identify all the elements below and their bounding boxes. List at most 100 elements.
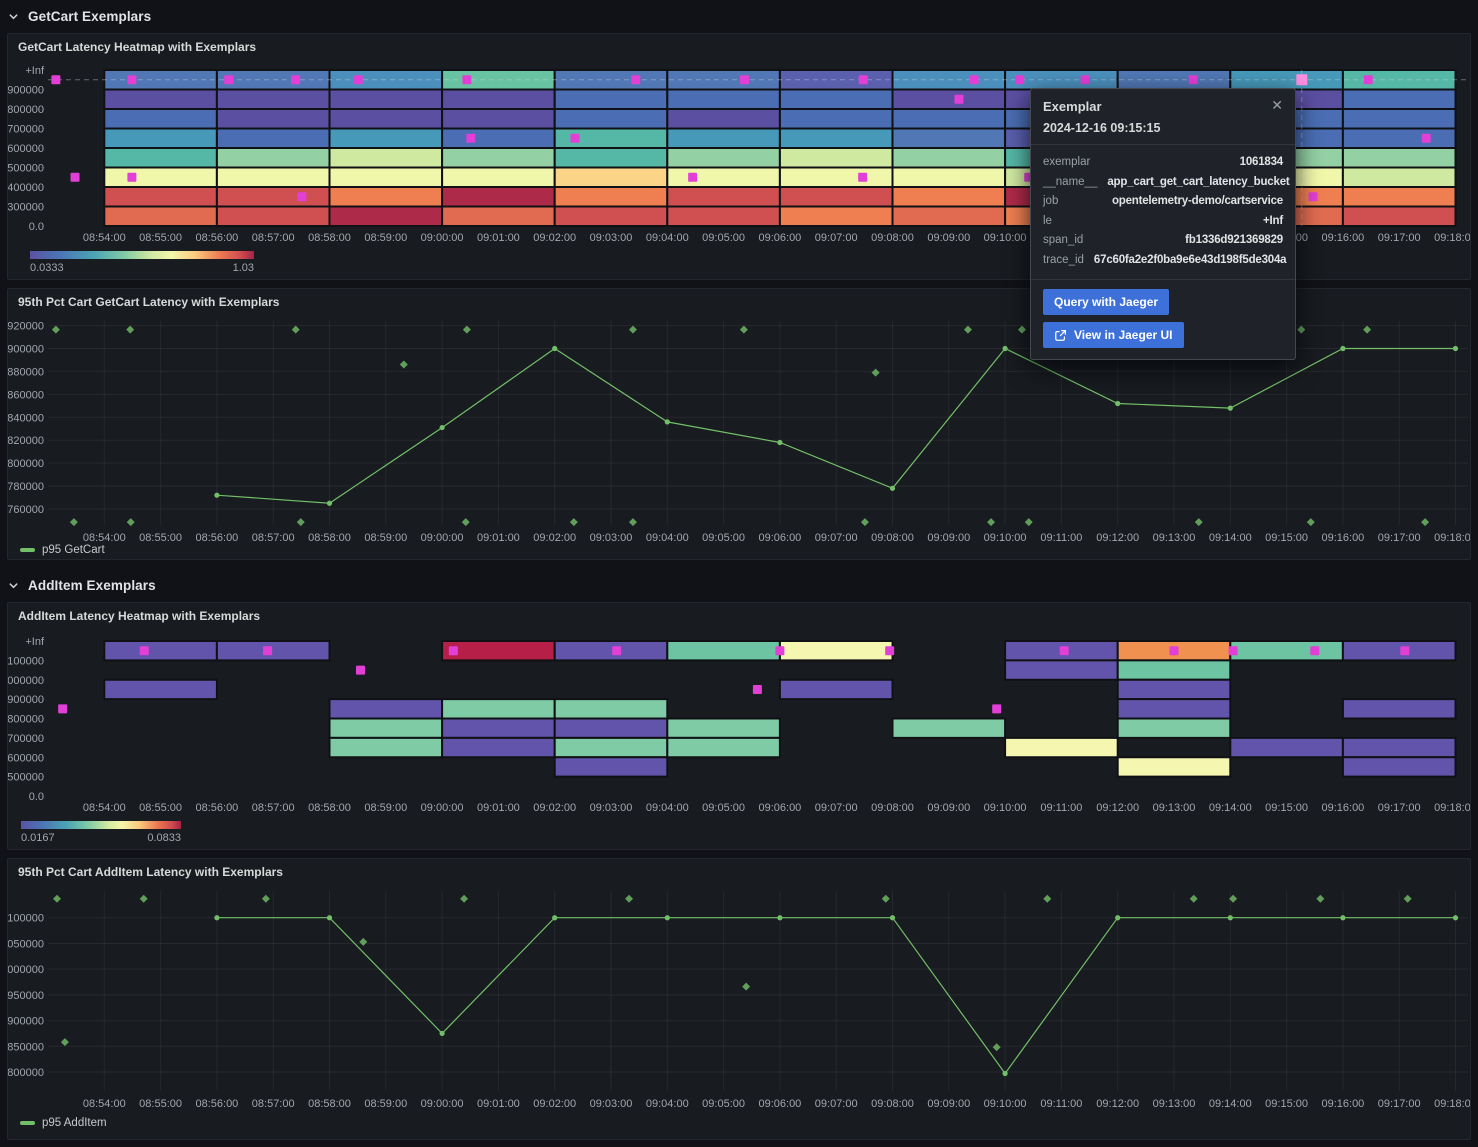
svg-text:09:16:00: 09:16:00 <box>1321 802 1364 814</box>
button-label: View in Jaeger UI <box>1074 328 1173 342</box>
panel-title[interactable]: GetCart Latency Heatmap with Exemplars <box>18 40 256 54</box>
series-swatch <box>20 548 35 552</box>
svg-text:09:00:00: 09:00:00 <box>421 1098 464 1110</box>
svg-text:09:03:00: 09:03:00 <box>590 532 633 544</box>
svg-text:800000: 800000 <box>8 458 44 470</box>
panel-additem-heatmap: AddItem Latency Heatmap with Exemplars +… <box>7 602 1471 850</box>
tooltip-row: trace_id67c60fa2e2f0ba9e6e43d198f5de304a <box>1043 251 1283 271</box>
svg-text:09:09:00: 09:09:00 <box>927 802 970 814</box>
close-icon[interactable]: ✕ <box>1271 99 1283 111</box>
svg-text:09:18:00: 09:18:00 <box>1434 1098 1470 1110</box>
svg-text:09:14:00: 09:14:00 <box>1209 1098 1252 1110</box>
svg-text:08:55:00: 08:55:00 <box>139 232 182 244</box>
svg-text:09:01:00: 09:01:00 <box>477 232 520 244</box>
query-with-jaeger-button[interactable]: Query with Jaeger <box>1043 289 1169 315</box>
panel-title[interactable]: 95th Pct Cart GetCart Latency with Exemp… <box>18 295 279 309</box>
svg-text:08:54:00: 08:54:00 <box>83 232 126 244</box>
svg-text:1.03: 1.03 <box>233 262 254 274</box>
svg-text:08:58:00: 08:58:00 <box>308 802 351 814</box>
svg-text:09:13:00: 09:13:00 <box>1153 802 1196 814</box>
panel-title[interactable]: AddItem Latency Heatmap with Exemplars <box>18 609 260 623</box>
svg-text:09:17:00: 09:17:00 <box>1378 532 1421 544</box>
additem-latency-plot[interactable]: 1100000105000010000009500009000008500008… <box>8 859 1470 1139</box>
svg-text:09:09:00: 09:09:00 <box>927 1098 970 1110</box>
svg-text:1100000: 1100000 <box>8 655 44 667</box>
svg-text:09:03:00: 09:03:00 <box>590 1098 633 1110</box>
svg-text:08:55:00: 08:55:00 <box>139 1098 182 1110</box>
svg-text:08:59:00: 08:59:00 <box>364 1098 407 1110</box>
svg-text:840000: 840000 <box>8 412 44 424</box>
chevron-down-icon[interactable] <box>8 580 19 591</box>
svg-text:09:10:00: 09:10:00 <box>984 232 1027 244</box>
legend-p95-additem[interactable]: p95 AddItem <box>20 1117 107 1129</box>
section-title[interactable]: GetCart Exemplars <box>28 9 151 24</box>
button-label: Query with Jaeger <box>1054 295 1158 309</box>
svg-text:09:07:00: 09:07:00 <box>815 802 858 814</box>
svg-text:780000: 780000 <box>8 481 44 493</box>
section-title[interactable]: AddItem Exemplars <box>28 578 156 593</box>
svg-text:760000: 760000 <box>8 504 44 516</box>
svg-text:08:56:00: 08:56:00 <box>195 1098 238 1110</box>
svg-text:09:10:00: 09:10:00 <box>984 1098 1027 1110</box>
svg-text:09:04:00: 09:04:00 <box>646 232 689 244</box>
svg-text:09:10:00: 09:10:00 <box>984 532 1027 544</box>
svg-text:08:57:00: 08:57:00 <box>252 1098 295 1110</box>
svg-text:860000: 860000 <box>8 389 44 401</box>
svg-text:09:11:00: 09:11:00 <box>1040 532 1082 544</box>
svg-text:09:04:00: 09:04:00 <box>646 532 689 544</box>
svg-text:09:17:00: 09:17:00 <box>1378 802 1421 814</box>
svg-text:950000: 950000 <box>8 990 44 1002</box>
svg-text:09:15:00: 09:15:00 <box>1265 532 1308 544</box>
svg-text:0.0: 0.0 <box>29 791 44 803</box>
tooltip-timestamp: 2024-12-16 09:15:15 <box>1043 121 1283 135</box>
legend-p95-getcart[interactable]: p95 GetCart <box>20 544 105 556</box>
svg-text:0.0833: 0.0833 <box>147 832 181 844</box>
svg-text:08:56:00: 08:56:00 <box>195 532 238 544</box>
svg-text:+Inf: +Inf <box>25 65 45 77</box>
svg-text:+Inf: +Inf <box>25 636 45 648</box>
panel-title[interactable]: 95th Pct Cart AddItem Latency with Exemp… <box>18 865 283 879</box>
svg-text:09:17:00: 09:17:00 <box>1378 232 1421 244</box>
tooltip-row: jobopentelemetry-demo/cartservice <box>1043 192 1283 212</box>
svg-text:09:02:00: 09:02:00 <box>533 232 576 244</box>
tooltip-row: __name__app_cart_get_cart_latency_bucket <box>1043 173 1283 193</box>
svg-text:09:01:00: 09:01:00 <box>477 1098 520 1110</box>
svg-text:09:07:00: 09:07:00 <box>815 1098 858 1110</box>
svg-text:09:02:00: 09:02:00 <box>533 1098 576 1110</box>
svg-text:09:01:00: 09:01:00 <box>477 532 520 544</box>
svg-text:08:59:00: 08:59:00 <box>364 802 407 814</box>
tooltip-header: Exemplar ✕ 2024-12-16 09:15:15 <box>1031 89 1295 145</box>
section-header-additem: AddItem Exemplars <box>8 572 156 598</box>
svg-text:09:16:00: 09:16:00 <box>1321 1098 1364 1110</box>
chevron-down-icon[interactable] <box>8 11 19 22</box>
svg-text:600000: 600000 <box>8 752 44 764</box>
svg-text:09:07:00: 09:07:00 <box>815 232 858 244</box>
svg-text:09:17:00: 09:17:00 <box>1378 1098 1421 1110</box>
svg-text:08:57:00: 08:57:00 <box>252 532 295 544</box>
svg-text:09:08:00: 09:08:00 <box>871 802 914 814</box>
svg-text:800000: 800000 <box>8 1067 44 1079</box>
svg-text:09:00:00: 09:00:00 <box>421 532 464 544</box>
tooltip-row: span_idfb1336d921369829 <box>1043 231 1283 251</box>
svg-text:09:00:00: 09:00:00 <box>421 232 464 244</box>
svg-text:09:05:00: 09:05:00 <box>702 1098 745 1110</box>
svg-text:09:18:00: 09:18:00 <box>1434 532 1470 544</box>
svg-text:1100000: 1100000 <box>8 913 44 925</box>
svg-text:09:15:00: 09:15:00 <box>1265 1098 1308 1110</box>
svg-text:820000: 820000 <box>8 435 44 447</box>
svg-text:09:02:00: 09:02:00 <box>533 802 576 814</box>
svg-text:09:08:00: 09:08:00 <box>871 532 914 544</box>
svg-text:09:06:00: 09:06:00 <box>758 232 801 244</box>
svg-text:0.0: 0.0 <box>29 221 44 233</box>
svg-text:09:05:00: 09:05:00 <box>702 532 745 544</box>
svg-text:08:55:00: 08:55:00 <box>139 802 182 814</box>
svg-text:880000: 880000 <box>8 366 44 378</box>
svg-text:08:58:00: 08:58:00 <box>308 232 351 244</box>
svg-text:1050000: 1050000 <box>8 938 44 950</box>
view-in-jaeger-button[interactable]: View in Jaeger UI <box>1043 322 1184 348</box>
svg-text:09:14:00: 09:14:00 <box>1209 802 1252 814</box>
exemplar-tooltip: Exemplar ✕ 2024-12-16 09:15:15 exemplar1… <box>1030 88 1296 360</box>
svg-text:0.0333: 0.0333 <box>30 262 64 274</box>
additem-heatmap-plot[interactable]: +Inf110000010000009000008000007000006000… <box>8 603 1470 849</box>
svg-text:09:04:00: 09:04:00 <box>646 802 689 814</box>
